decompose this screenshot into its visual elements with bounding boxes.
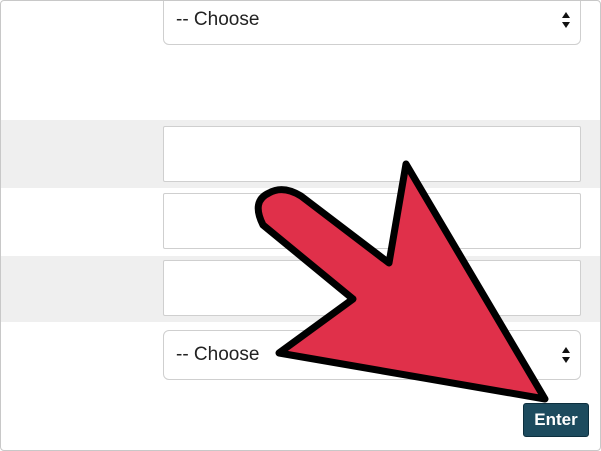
select-caret-icon: [562, 347, 570, 363]
top-choose-select[interactable]: -- Choose: [163, 1, 581, 45]
text-input-1[interactable]: [163, 126, 581, 182]
bottom-choose-select[interactable]: -- Choose: [163, 330, 581, 380]
text-input-3[interactable]: [163, 260, 581, 316]
enter-button[interactable]: Enter: [523, 403, 589, 437]
bottom-choose-select-value: -- Choose: [176, 344, 260, 365]
select-caret-icon: [562, 12, 570, 28]
top-choose-select-value: -- Choose: [176, 9, 260, 30]
form-panel: -- Choose -- Choose Enter: [0, 0, 601, 451]
text-input-2[interactable]: [163, 193, 581, 249]
